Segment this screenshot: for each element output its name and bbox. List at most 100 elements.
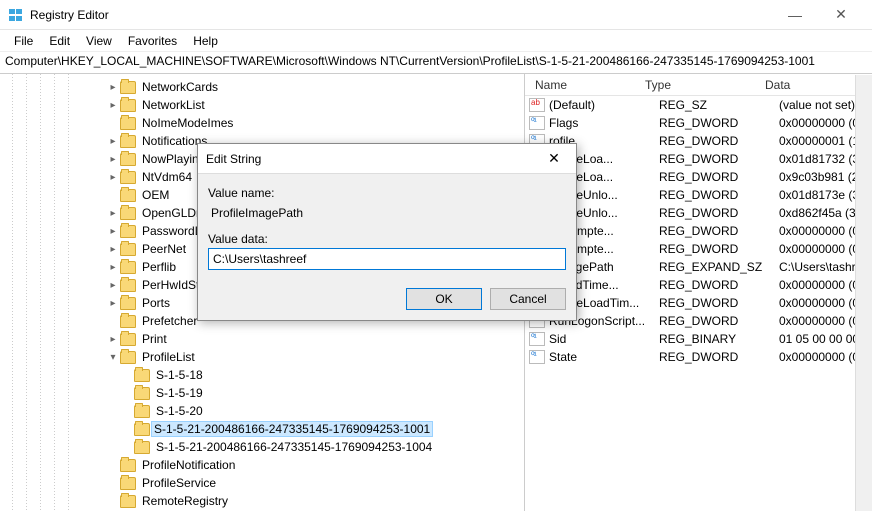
folder-icon (120, 477, 136, 490)
tree-item-label: NtVdm64 (140, 170, 194, 184)
expand-chevron-icon[interactable]: · (120, 424, 134, 435)
tree-item[interactable]: · S-1-5-20 (70, 402, 524, 420)
value-row[interactable]: rofileREG_DWORD0x00000001 (1) (525, 132, 872, 150)
value-type: REG_DWORD (659, 278, 779, 292)
expand-chevron-icon[interactable]: · (106, 478, 120, 489)
menu-help[interactable]: Help (185, 32, 226, 50)
tree-item[interactable]: ▸ NetworkCards (70, 78, 524, 96)
expand-chevron-icon[interactable]: · (106, 316, 120, 327)
value-row[interactable]: ProfileUnlo...REG_DWORD0xd862f45a (36303 (525, 204, 872, 222)
expand-chevron-icon[interactable]: ▸ (106, 154, 120, 165)
expand-chevron-icon[interactable]: · (106, 496, 120, 507)
expand-chevron-icon[interactable]: · (106, 118, 120, 129)
tree-item-label: NetworkList (140, 98, 207, 112)
value-type: REG_DWORD (659, 116, 779, 130)
expand-chevron-icon[interactable]: ▾ (106, 352, 120, 363)
tree-item-label: S-1-5-20 (154, 404, 205, 418)
tree-item[interactable]: ▸ NetworkList (70, 96, 524, 114)
folder-icon (120, 315, 136, 328)
expand-chevron-icon[interactable]: ▸ (106, 298, 120, 309)
tree-item-label: ProfileNotification (140, 458, 237, 472)
value-type: REG_EXPAND_SZ (659, 260, 779, 274)
value-type: REG_DWORD (659, 350, 779, 364)
value-row[interactable]: (Default)REG_SZ(value not set) (525, 96, 872, 114)
expand-chevron-icon[interactable]: · (106, 460, 120, 471)
value-row[interactable]: eLoadTime...REG_DWORD0x00000000 (0) (525, 276, 872, 294)
tree-item[interactable]: ·S-1-5-21-200486166-247335145-1769094253… (70, 438, 524, 456)
string-value-icon (529, 98, 545, 112)
folder-icon (120, 189, 136, 202)
value-row[interactable]: eAttempte...REG_DWORD0x00000000 (0) (525, 240, 872, 258)
col-type[interactable]: Type (639, 76, 759, 94)
folder-icon (134, 369, 150, 382)
expand-chevron-icon[interactable]: ▸ (106, 100, 120, 111)
expand-chevron-icon[interactable]: · (120, 406, 134, 417)
expand-chevron-icon[interactable]: · (120, 388, 134, 399)
folder-icon (120, 135, 136, 148)
folder-icon (120, 261, 136, 274)
dialog-close-button[interactable]: ✕ (540, 150, 568, 167)
menu-view[interactable]: View (78, 32, 120, 50)
expand-chevron-icon[interactable]: ▸ (106, 82, 120, 93)
scrollbar-vertical[interactable] (855, 75, 872, 511)
expand-chevron-icon[interactable]: ▸ (106, 334, 120, 345)
value-row[interactable]: RunLogonScript...REG_DWORD0x00000000 (0) (525, 312, 872, 330)
value-name: State (549, 350, 659, 364)
tree-item-label: Print (140, 332, 169, 346)
tree-item[interactable]: · ProfileNotification (70, 456, 524, 474)
expand-chevron-icon[interactable]: ▸ (106, 244, 120, 255)
tree-item[interactable]: ·ProfileService (70, 474, 524, 492)
expand-chevron-icon[interactable]: · (120, 442, 134, 453)
folder-icon (134, 441, 150, 454)
value-name: (Default) (549, 98, 659, 112)
address-bar[interactable]: Computer\HKEY_LOCAL_MACHINE\SOFTWARE\Mic… (0, 52, 872, 74)
expand-chevron-icon[interactable]: ▸ (106, 172, 120, 183)
minimize-button[interactable]: — (772, 7, 818, 23)
cancel-button[interactable]: Cancel (490, 288, 566, 310)
folder-icon (120, 81, 136, 94)
value-row[interactable]: ProfileUnlo...REG_DWORD0x01d8173e (30938 (525, 186, 872, 204)
value-type: REG_DWORD (659, 242, 779, 256)
tree-item[interactable]: · S-1-5-19 (70, 384, 524, 402)
value-row[interactable]: FlagsREG_DWORD0x00000000 (0) (525, 114, 872, 132)
expand-chevron-icon[interactable]: ▸ (106, 136, 120, 147)
folder-icon (134, 387, 150, 400)
value-row[interactable]: eImagePathREG_EXPAND_SZC:\Users\tashr (525, 258, 872, 276)
value-row[interactable]: SidREG_BINARY01 05 00 00 00 00 (525, 330, 872, 348)
expand-chevron-icon[interactable]: · (120, 370, 134, 381)
value-row[interactable]: ProfileLoadTim...REG_DWORD0x00000000 (0) (525, 294, 872, 312)
tree-item-label: NoImeModeImes (140, 116, 235, 130)
value-row[interactable]: ProfileLoa...REG_DWORD0x01d81732 (30938 (525, 150, 872, 168)
tree-item[interactable]: ▾ProfileList (70, 348, 524, 366)
dialog-titlebar[interactable]: Edit String ✕ (198, 144, 576, 174)
close-button[interactable]: ✕ (818, 6, 864, 23)
tree-item[interactable]: ·RemoteRegistry (70, 492, 524, 510)
tree-item[interactable]: · NoImeModeImes (70, 114, 524, 132)
menu-edit[interactable]: Edit (41, 32, 78, 50)
tree-item-label: S-1-5-21-200486166-247335145-1769094253-… (151, 421, 433, 437)
menu-favorites[interactable]: Favorites (120, 32, 185, 50)
value-data-input[interactable] (208, 248, 566, 270)
menu-file[interactable]: File (6, 32, 41, 50)
folder-icon (120, 459, 136, 472)
col-name[interactable]: Name (529, 76, 639, 94)
expand-chevron-icon[interactable]: ▸ (106, 280, 120, 291)
expand-chevron-icon[interactable]: ▸ (106, 262, 120, 273)
expand-chevron-icon[interactable]: · (106, 190, 120, 201)
window-title: Registry Editor (30, 8, 772, 22)
value-row[interactable]: ProfileLoa...REG_DWORD0x9c03b981 (26174 (525, 168, 872, 186)
value-type: REG_DWORD (659, 314, 779, 328)
ok-button[interactable]: OK (406, 288, 482, 310)
tree-item[interactable]: ·S-1-5-18 (70, 366, 524, 384)
value-type: REG_DWORD (659, 170, 779, 184)
tree-item-label: NetworkCards (140, 80, 220, 94)
expand-chevron-icon[interactable]: ▸ (106, 226, 120, 237)
expand-chevron-icon[interactable]: ▸ (106, 208, 120, 219)
folder-icon (120, 333, 136, 346)
tree-item-label: S-1-5-19 (154, 386, 205, 400)
folder-icon (120, 171, 136, 184)
tree-item[interactable]: ▸ Print (70, 330, 524, 348)
tree-item[interactable]: · S-1-5-21-200486166-247335145-1769094253… (70, 420, 524, 438)
value-row[interactable]: eAttempte...REG_DWORD0x00000000 (0) (525, 222, 872, 240)
value-row[interactable]: StateREG_DWORD0x00000000 (0) (525, 348, 872, 366)
